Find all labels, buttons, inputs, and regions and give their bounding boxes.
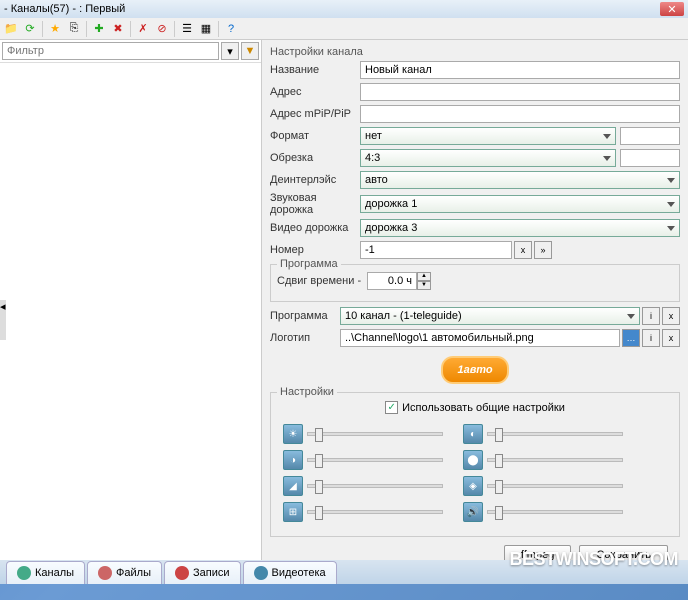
channel-tree[interactable] bbox=[0, 63, 261, 560]
logo-clear-button[interactable]: x bbox=[662, 329, 680, 347]
brightness-icon: ☀ bbox=[283, 424, 303, 444]
shift-label: Сдвиг времени - bbox=[277, 275, 367, 287]
expand-handle[interactable]: ◂ bbox=[0, 300, 6, 340]
number-label: Номер bbox=[270, 244, 360, 256]
help-icon[interactable]: ? bbox=[222, 20, 240, 38]
mpip-label: Адрес mPiP/PiP bbox=[270, 108, 360, 120]
number-x-button[interactable]: x bbox=[514, 241, 532, 259]
spin-up[interactable]: ▲ bbox=[417, 272, 431, 281]
mpip-input[interactable] bbox=[360, 105, 680, 123]
contrast-icon: ◑ bbox=[283, 450, 303, 470]
window-title: - Каналы(57) - : Первый bbox=[4, 3, 125, 15]
address-label: Адрес bbox=[270, 86, 360, 98]
audio-label: Звуковая дорожка bbox=[270, 192, 360, 216]
shift-input[interactable] bbox=[367, 272, 417, 290]
use-common-checkbox[interactable]: ✓ bbox=[385, 401, 398, 414]
format-label: Формат bbox=[270, 130, 360, 142]
saturation-icon: ⬤ bbox=[463, 450, 483, 470]
volume-slider[interactable] bbox=[487, 510, 623, 514]
folder-icon[interactable]: 📁 bbox=[2, 20, 20, 38]
delete-icon[interactable]: ✖ bbox=[109, 20, 127, 38]
toolbar: 📁 ⟳ ★ ⎘ ✚ ✖ ✗ ⊘ ☰ ▦ ? bbox=[0, 18, 688, 40]
hue-icon: ◐ bbox=[463, 424, 483, 444]
cancel-icon[interactable]: ✗ bbox=[134, 20, 152, 38]
logo-preview: 1авто bbox=[270, 356, 680, 384]
format-extra[interactable] bbox=[620, 127, 680, 145]
crop-extra[interactable] bbox=[620, 149, 680, 167]
refresh-icon[interactable]: ⟳ bbox=[21, 20, 39, 38]
crop-label: Обрезка bbox=[270, 152, 360, 164]
filter-input[interactable] bbox=[2, 42, 219, 60]
sliders-grid: ☀ ◐ ◑ ⬤ ◢ ◈ ⊞ 🔊 bbox=[277, 418, 673, 528]
brightness-slider[interactable] bbox=[307, 432, 443, 436]
logo-label: Логотип bbox=[270, 332, 340, 344]
logo-browse-button[interactable]: … bbox=[622, 329, 640, 347]
list-icon[interactable]: ☰ bbox=[178, 20, 196, 38]
volume-icon: 🔊 bbox=[463, 502, 483, 522]
crop-combo[interactable]: 4:3 bbox=[360, 149, 616, 167]
right-panel: Настройки канала Название Адрес Адрес mP… bbox=[262, 40, 688, 560]
saturation-slider[interactable] bbox=[487, 458, 623, 462]
use-common-label: Использовать общие настройки bbox=[402, 402, 565, 414]
spin-down[interactable]: ▼ bbox=[417, 281, 431, 290]
copy-icon[interactable]: ⎘ bbox=[65, 20, 83, 38]
number-next-button[interactable]: » bbox=[534, 241, 552, 259]
close-button[interactable]: ✕ bbox=[660, 2, 684, 16]
sharpness-slider[interactable] bbox=[487, 484, 623, 488]
program-combo[interactable]: 10 канал - (1-teleguide) bbox=[340, 307, 640, 325]
logo-input[interactable] bbox=[340, 329, 620, 347]
program-group: Программа Сдвиг времени -▲▼ bbox=[270, 264, 680, 302]
name-input[interactable] bbox=[360, 61, 680, 79]
audio-combo[interactable]: дорожка 1 bbox=[360, 195, 680, 213]
format-combo[interactable]: нет bbox=[360, 127, 616, 145]
video-combo[interactable]: дорожка 3 bbox=[360, 219, 680, 237]
watermark: BESTWINSOFT.COM bbox=[510, 549, 679, 570]
deint-label: Деинтерлэйс bbox=[270, 174, 360, 186]
deint-combo[interactable]: авто bbox=[360, 171, 680, 189]
sharpness-icon: ◈ bbox=[463, 476, 483, 496]
main-area: ◂ ▾ ▼ Настройки канала Название Адрес Ад… bbox=[0, 40, 688, 560]
gamma-icon: ◢ bbox=[283, 476, 303, 496]
stop-icon[interactable]: ⊘ bbox=[153, 20, 171, 38]
left-panel: ▾ ▼ bbox=[0, 40, 262, 560]
name-label: Название bbox=[270, 64, 360, 76]
address-input[interactable] bbox=[360, 83, 680, 101]
grid-icon[interactable]: ▦ bbox=[197, 20, 215, 38]
add-icon[interactable]: ✚ bbox=[90, 20, 108, 38]
hue-slider[interactable] bbox=[487, 432, 623, 436]
logo-info-button[interactable]: i bbox=[642, 329, 660, 347]
settings-header: Настройки канала bbox=[270, 46, 680, 58]
scale-icon: ⊞ bbox=[283, 502, 303, 522]
tab-library[interactable]: Видеотека bbox=[243, 561, 337, 584]
filter-clear-icon[interactable]: ▾ bbox=[221, 42, 239, 60]
star-icon[interactable]: ★ bbox=[46, 20, 64, 38]
program-info-button[interactable]: i bbox=[642, 307, 660, 325]
tab-channels[interactable]: Каналы bbox=[6, 561, 85, 584]
tab-files[interactable]: Файлы bbox=[87, 561, 162, 584]
program-label: Программа bbox=[270, 310, 340, 322]
contrast-slider[interactable] bbox=[307, 458, 443, 462]
gamma-slider[interactable] bbox=[307, 484, 443, 488]
titlebar: - Каналы(57) - : Первый ✕ bbox=[0, 0, 688, 18]
tab-records[interactable]: Записи bbox=[164, 561, 241, 584]
scale-slider[interactable] bbox=[307, 510, 443, 514]
number-input[interactable] bbox=[360, 241, 512, 259]
filter-funnel-icon[interactable]: ▼ bbox=[241, 42, 259, 60]
settings-group: Настройки ✓Использовать общие настройки … bbox=[270, 392, 680, 537]
video-label: Видео дорожка bbox=[270, 222, 360, 234]
program-clear-button[interactable]: x bbox=[662, 307, 680, 325]
